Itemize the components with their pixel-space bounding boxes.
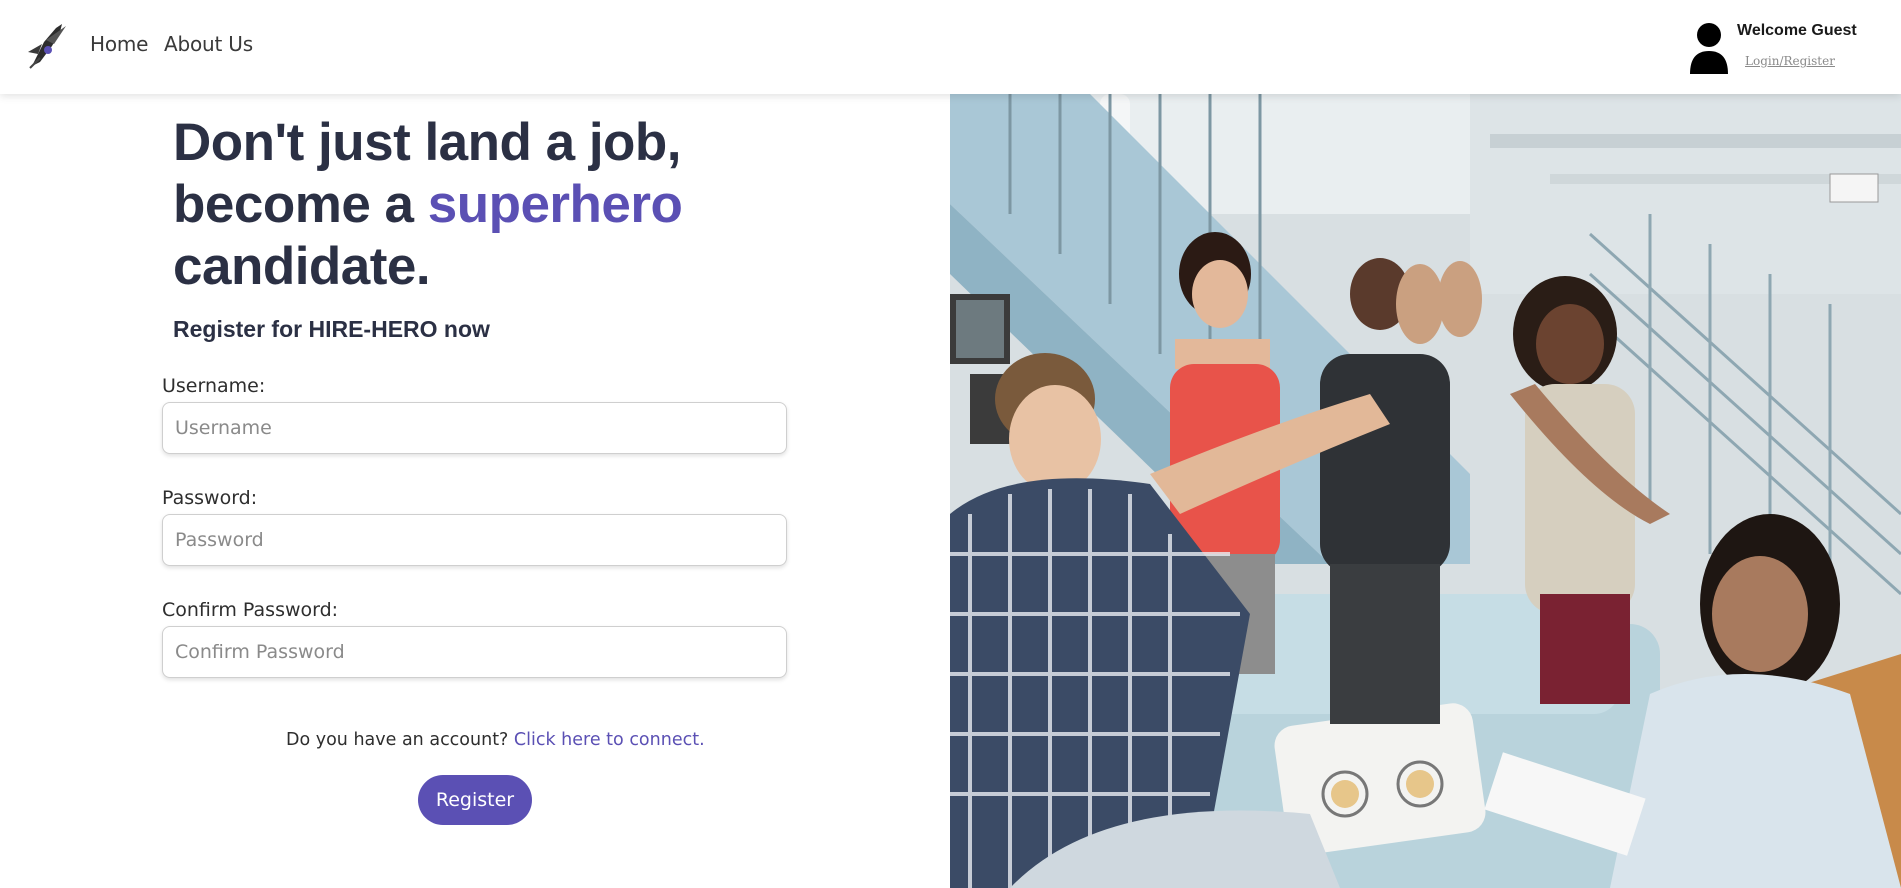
navbar: Home About Us Welcome Guest Login/Regist…	[0, 0, 1901, 94]
nav-link-about-us[interactable]: About Us	[164, 32, 253, 56]
password-label: Password:	[162, 487, 258, 509]
hero-title-line2-prefix: become a	[173, 175, 428, 234]
connect-link[interactable]: Click here to connect.	[514, 730, 705, 750]
login-register-link[interactable]: Login/Register	[1745, 54, 1835, 68]
username-label: Username:	[162, 375, 266, 397]
hero-title-line1: Don't just land a job,	[173, 113, 682, 172]
confirm-password-label: Confirm Password:	[162, 599, 339, 621]
superhero-logo-icon[interactable]	[26, 22, 68, 70]
hero-title-line3: candidate.	[173, 237, 431, 296]
hero-title-accent: superhero	[427, 175, 683, 234]
username-input[interactable]	[162, 402, 787, 454]
account-prompt: Do you have an account? Click here to co…	[286, 730, 705, 750]
account-question: Do you have an account?	[286, 730, 514, 750]
welcome-text: Welcome Guest	[1737, 22, 1857, 39]
register-button[interactable]: Register	[418, 775, 532, 825]
user-area: Welcome Guest Login/Register	[1689, 20, 1879, 76]
user-avatar-icon[interactable]	[1689, 22, 1729, 74]
password-input[interactable]	[162, 514, 787, 566]
nav-link-home[interactable]: Home	[90, 32, 148, 56]
hero-title: Don't just land a job, become a superher…	[173, 112, 733, 298]
confirm-password-input[interactable]	[162, 626, 787, 678]
team-high-five-photo	[950, 94, 1901, 888]
register-subtitle: Register for HIRE-HERO now	[173, 316, 490, 342]
